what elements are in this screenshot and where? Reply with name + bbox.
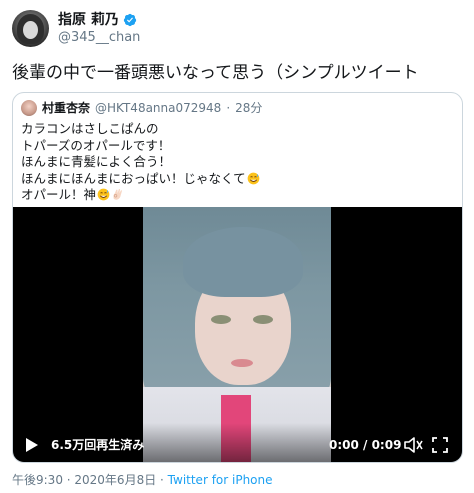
tweet-datetime[interactable]: 午後9:30 · 2020年6月8日 ·	[12, 473, 168, 487]
quoted-author-avatar[interactable]	[21, 100, 37, 116]
sweat-smile-emoji	[247, 172, 259, 184]
quoted-line: カラコンはさしこぱんの	[21, 121, 159, 136]
video-controls: 6.5万回再生済み 0:00 / 0:09	[13, 427, 462, 462]
quoted-tweet-text: カラコンはさしこぱんの トパーズのオパールです！ ほんまに青髪によく合う！ ほん…	[21, 121, 451, 204]
author-name-block[interactable]: 指原 莉乃 @345__chan	[58, 12, 140, 47]
quoted-timestamp[interactable]: 28分	[235, 100, 262, 116]
fullscreen-icon[interactable]	[432, 437, 448, 453]
author-display-name[interactable]: 指原 莉乃	[58, 12, 140, 28]
quoted-tweet-card[interactable]: 村重杏奈 @HKT48anna072948 · 28分 カラコンはさしこぱんの …	[12, 92, 463, 463]
video-time: 0:00 / 0:09	[329, 438, 402, 452]
author-name-text[interactable]: 指原 莉乃	[58, 12, 119, 28]
tweet-source-link[interactable]: Twitter for iPhone	[168, 473, 273, 487]
quoted-line: トパーズのオパールです！	[21, 137, 171, 153]
volume-icon[interactable]	[403, 436, 423, 454]
quoted-line-with-emoji: ほんまにほんまにおっぱい！じゃなくて	[21, 171, 451, 188]
tweet-footer: 午後9:30 · 2020年6月8日 · Twitter for iPhone	[12, 472, 273, 488]
video-player[interactable]: 6.5万回再生済み 0:00 / 0:09	[13, 207, 462, 462]
quoted-line: ほんまにほんまにおっぱい！じゃなくて	[21, 170, 246, 186]
video-view-count: 6.5万回再生済み	[51, 438, 145, 452]
quoted-line: ほんまに青髪によく合う！	[21, 154, 172, 169]
ok-hand-emoji	[113, 188, 123, 200]
author-handle[interactable]: @345__chan	[58, 29, 140, 47]
verified-badge-icon	[123, 13, 136, 27]
quoted-line-with-emoji: オパール！神	[21, 187, 451, 204]
tweet-text: 後輩の中で一番頭悪いなって思う（シンプルツイート	[12, 63, 419, 83]
tweet-header: 指原 莉乃 @345__chan	[12, 10, 462, 48]
quoted-tweet-header: 村重杏奈 @HKT48anna072948 · 28分	[21, 100, 262, 116]
play-icon[interactable]	[25, 437, 39, 453]
sweat-smile-emoji	[97, 188, 110, 201]
quoted-line: オパール！神	[21, 187, 97, 202]
author-avatar[interactable]	[12, 10, 49, 47]
quoted-author-handle[interactable]: @HKT48anna072948	[95, 100, 221, 116]
quoted-separator: ·	[226, 101, 231, 115]
quoted-author-name[interactable]: 村重杏奈	[42, 100, 90, 116]
